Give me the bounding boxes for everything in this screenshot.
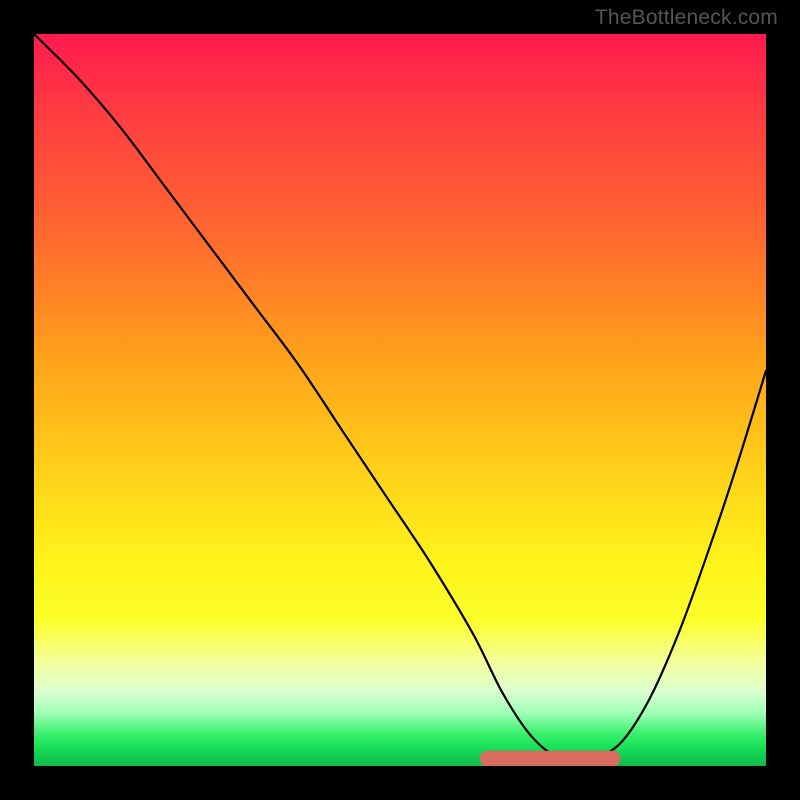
chart-frame: TheBottleneck.com (0, 0, 800, 800)
bottleneck-curve (34, 34, 766, 761)
plot-area (34, 34, 766, 766)
curve-layer (34, 34, 766, 766)
watermark-text: TheBottleneck.com (595, 6, 778, 30)
